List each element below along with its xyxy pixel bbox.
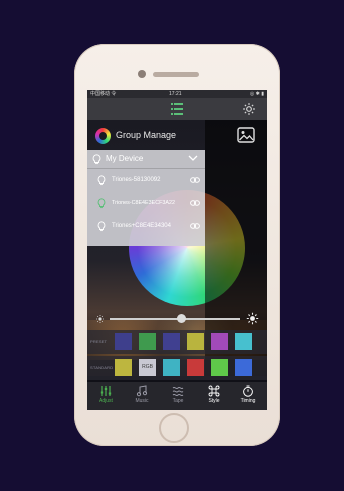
tab-label: Style <box>208 398 220 404</box>
preset-swatch[interactable] <box>235 333 252 350</box>
timer-icon <box>243 385 253 397</box>
device-row[interactable]: Triones-C8E4E3ECF3A22 <box>87 192 205 215</box>
list-icon[interactable] <box>171 102 183 116</box>
standard-swatch[interactable] <box>163 359 180 376</box>
slider-knob[interactable] <box>177 314 186 323</box>
group-manage-label: Group Manage <box>116 130 177 140</box>
home-button[interactable] <box>159 413 189 443</box>
phone-frame: 中国移动 令 17:21 ◎ ✱ ▮ Group Manage My Devic… <box>74 44 280 446</box>
device-row[interactable]: Triones+C8E4E34304 <box>87 215 205 238</box>
device-name: Triones-C8E4E3ECF3A22 <box>112 200 176 206</box>
my-device-header[interactable]: My Device <box>87 150 205 169</box>
preset-swatch[interactable] <box>139 333 156 350</box>
music-note-icon <box>136 385 148 397</box>
preset-palette: PRESET <box>87 330 267 354</box>
device-name: Triones+C8E4E34304 <box>112 223 171 229</box>
device-dropdown: My Device Triones-58130092 Triones-C8E4E… <box>87 150 205 246</box>
front-camera <box>138 70 146 78</box>
standard-swatch[interactable] <box>235 359 252 376</box>
preset-swatch[interactable] <box>211 333 228 350</box>
slider-track[interactable] <box>110 318 240 320</box>
sun-large-icon <box>246 312 259 325</box>
tab-label: Tape <box>172 398 184 404</box>
preset-swatch[interactable] <box>163 333 180 350</box>
tab-label: Music <box>135 398 149 404</box>
status-bar: 中国移动 令 17:21 ◎ ✱ ▮ <box>87 90 267 98</box>
tab-timing[interactable]: Timing <box>231 385 265 409</box>
my-device-title: My Device <box>106 154 144 163</box>
bulb-icon <box>97 221 106 232</box>
tab-style[interactable]: Style <box>197 385 231 409</box>
preset-label: PRESET <box>90 339 108 344</box>
tab-tape[interactable]: Tape <box>161 385 195 409</box>
tab-label: Adjust <box>99 398 113 404</box>
link-icon[interactable] <box>190 223 200 229</box>
tab-adjust[interactable]: Adjust <box>89 385 123 409</box>
standard-swatch[interactable]: RGB <box>139 359 156 376</box>
earpiece-speaker <box>153 72 199 77</box>
bulb-icon <box>92 154 101 165</box>
device-name: Triones-58130092 <box>112 177 161 183</box>
app-screen: 中国移动 令 17:21 ◎ ✱ ▮ Group Manage My Devic… <box>87 90 267 410</box>
standard-swatch[interactable] <box>115 359 132 376</box>
command-icon <box>208 385 220 397</box>
rgb-swatch-label: RGB <box>142 364 153 370</box>
status-icons: ◎ ✱ ▮ <box>249 91 264 97</box>
carrier-text: 中国移动 令 <box>90 91 117 97</box>
device-row[interactable]: Triones-58130092 <box>87 169 205 192</box>
sliders-icon <box>100 386 112 396</box>
chevron-down-icon[interactable] <box>188 155 198 162</box>
top-toolbar <box>87 98 267 120</box>
gear-icon[interactable] <box>242 102 256 116</box>
tab-music[interactable]: Music <box>125 385 159 409</box>
image-icon[interactable] <box>237 127 255 143</box>
tab-label: Timing <box>240 398 256 404</box>
bulb-icon <box>97 198 106 209</box>
preset-swatch[interactable] <box>187 333 204 350</box>
brightness-slider[interactable] <box>95 312 259 326</box>
waves-icon <box>172 386 184 397</box>
bulb-icon <box>97 175 106 186</box>
bottom-tab-bar: Adjust Music Tape Style Timing <box>87 382 267 410</box>
standard-swatch[interactable] <box>211 359 228 376</box>
standard-label: STANDARD <box>90 365 114 370</box>
link-icon[interactable] <box>190 200 200 206</box>
sun-small-icon <box>96 315 104 323</box>
clock-text: 17:21 <box>169 91 182 97</box>
group-manage-button[interactable]: Group Manage <box>95 126 205 146</box>
standard-palette: STANDARD RGB <box>87 356 267 380</box>
link-icon[interactable] <box>190 177 200 183</box>
standard-swatch[interactable] <box>187 359 204 376</box>
preset-swatch[interactable] <box>115 333 132 350</box>
color-ring-icon <box>95 128 111 144</box>
